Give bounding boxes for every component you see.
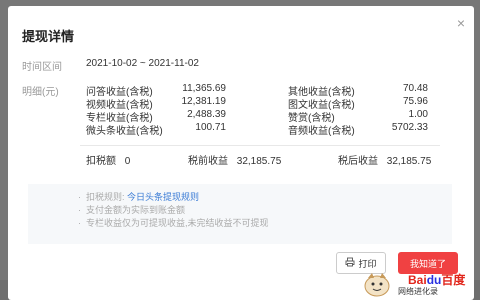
withdraw-rules-link[interactable]: 今日头条提现规则 [127,192,199,202]
print-label: 打印 [358,258,377,269]
detail-value: 75.96 [402,96,428,107]
withdraw-detail-dialog: 提现详情 × 时间区间 2021-10-02 ~ 2021-11-02 明细(元… [8,6,474,300]
detail-value: 1.00 [408,109,428,120]
pretax-label: 税前收益 [188,156,228,167]
note-column-text: 专栏收益仅为可提现收益,未完结收益不可提现 [86,218,269,228]
period-label: 时间区间 [22,62,62,73]
tax-label: 扣税额 [86,156,116,167]
note-tax-rule: · 扣税规则: 今日头条提现规则 [78,192,200,202]
notes-panel: · 扣税规则: 今日头条提现规则 · 支付金额为实际到账金额 · 专栏收益仅为可提现收… [28,184,452,244]
detail-value: 2,488.39 [187,109,226,120]
mascot-icon [362,270,392,298]
note-column: · 专栏收益仅为可提现收益,未完结收益不可提现 [78,218,269,228]
dialog-title: 提现详情 [22,29,75,44]
tax-summary: 扣税额 0 [86,152,130,167]
tax-rule-label: 扣税规则: [86,192,125,202]
printer-icon [345,257,355,269]
detail-value: 12,381.19 [181,96,227,107]
watermark-caption: 网络进化录 [398,287,438,296]
detail-name: 音频收益(含税) [288,126,355,137]
pretax-summary: 税前收益 32,185.75 [188,152,281,167]
details-label: 明细(元) [22,87,59,98]
pretax-value: 32,185.75 [236,156,282,167]
aftertax-label: 税后收益 [338,156,378,167]
note-payment-text: 支付金额为实际到账金额 [86,205,186,215]
detail-item: 微头条收益(含税) [86,122,163,137]
detail-name: 微头条收益(含税) [86,126,163,137]
detail-value: 100.71 [195,122,226,133]
detail-value: 5702.33 [391,122,428,133]
detail-item: 音频收益(含税) [288,122,355,137]
detail-value: 70.48 [402,83,428,94]
detail-value: 11,365.69 [182,83,226,94]
period-value: 2021-10-02 ~ 2021-11-02 [86,58,199,69]
aftertax-value: 32,185.75 [386,156,432,167]
tax-value: 0 [124,156,131,167]
close-icon[interactable]: × [454,16,468,30]
divider [80,145,440,146]
note-payment: · 支付金额为实际到账金额 [78,205,186,215]
aftertax-summary: 税后收益 32,185.75 [338,152,431,167]
